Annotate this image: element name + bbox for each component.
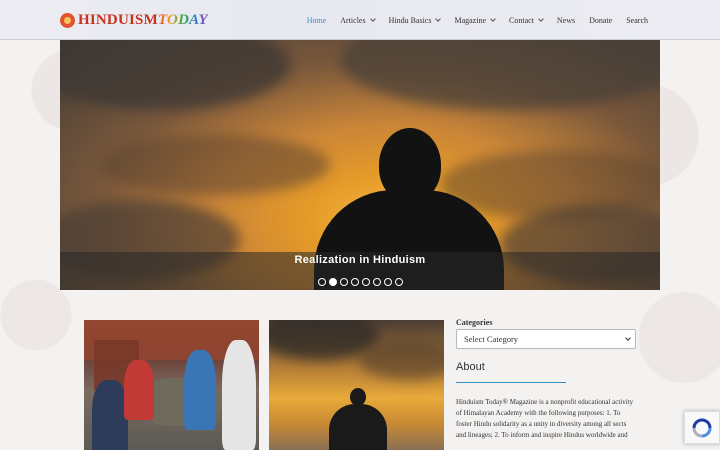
categories-label: Categories bbox=[456, 318, 493, 327]
categories-select-value: Select Category bbox=[464, 334, 519, 344]
slider-dot[interactable] bbox=[383, 278, 392, 286]
slider-dot[interactable] bbox=[350, 278, 359, 286]
slider-dot[interactable] bbox=[328, 278, 337, 286]
nav-item-label: Contact bbox=[509, 15, 534, 25]
hero-cloud bbox=[60, 40, 290, 110]
site-header: HINDUISMTODAY Home Articles Hindu Basics… bbox=[0, 0, 720, 40]
hero-cloud bbox=[100, 135, 330, 195]
logo-text: HINDUISMTODAY bbox=[78, 11, 208, 29]
slider-dots bbox=[60, 278, 660, 286]
chevron-down-icon bbox=[538, 16, 544, 22]
nav-item-label: Home bbox=[306, 15, 327, 25]
card-person bbox=[222, 340, 256, 450]
nav-item-donate[interactable]: Donate bbox=[589, 16, 612, 25]
slider-dot[interactable] bbox=[317, 278, 326, 286]
slider-dot[interactable] bbox=[394, 278, 403, 286]
nav-item-magazine[interactable]: Magazine bbox=[454, 15, 496, 25]
slider-dot[interactable] bbox=[339, 278, 348, 286]
nav-item-label: Hindu Basics bbox=[388, 15, 432, 25]
card-person bbox=[124, 360, 154, 420]
nav-item-home[interactable]: Home bbox=[307, 16, 327, 25]
nav-item-hindu-basics[interactable]: Hindu Basics bbox=[388, 15, 442, 25]
card-person bbox=[92, 380, 128, 450]
recaptcha-icon bbox=[692, 418, 712, 437]
card-cloud bbox=[359, 340, 444, 380]
categories-select[interactable]: Select Category bbox=[456, 329, 636, 349]
nav-item-news[interactable]: News bbox=[557, 16, 575, 25]
logo-word-hinduism: HINDUISM bbox=[78, 12, 158, 28]
nav-item-label: News bbox=[556, 15, 576, 25]
nav-item-label: Articles bbox=[340, 15, 366, 25]
hero-cloud bbox=[340, 40, 660, 110]
recaptcha-badge[interactable] bbox=[684, 411, 720, 444]
slider-dot[interactable] bbox=[372, 278, 381, 286]
chevron-down-icon bbox=[369, 16, 376, 22]
main-nav: Home Articles Hindu Basics Magazine Cont… bbox=[293, 0, 648, 40]
card-silhouette-body bbox=[329, 404, 387, 450]
card-person bbox=[184, 350, 216, 430]
logo-sun-icon bbox=[60, 12, 75, 28]
chevron-down-icon bbox=[435, 16, 442, 22]
chevron-down-icon bbox=[490, 16, 496, 22]
sidebar: Categories Select Category About Hinduis… bbox=[456, 318, 636, 441]
logo-word-today: TODAY bbox=[157, 12, 208, 28]
about-divider bbox=[456, 382, 566, 383]
site-logo[interactable]: HINDUISMTODAY bbox=[60, 11, 208, 29]
nav-item-contact[interactable]: Contact bbox=[509, 15, 544, 25]
nav-item-label: Donate bbox=[589, 15, 613, 25]
nav-item-articles[interactable]: Articles bbox=[340, 15, 376, 25]
hero-slider[interactable]: Realization in Hinduism bbox=[60, 40, 660, 290]
nav-item-label: Magazine bbox=[454, 15, 487, 25]
hero-caption[interactable]: Realization in Hinduism bbox=[60, 254, 660, 266]
about-text: Hinduism Today® Magazine is a nonprofit … bbox=[456, 398, 634, 439]
chevron-down-icon bbox=[625, 335, 631, 341]
featured-article-card[interactable] bbox=[84, 320, 259, 450]
slider-dot[interactable] bbox=[361, 278, 370, 286]
about-heading: About bbox=[456, 361, 485, 373]
nav-item-label: Search bbox=[626, 15, 648, 25]
article-card[interactable] bbox=[269, 320, 444, 450]
nav-item-search[interactable]: Search bbox=[626, 16, 648, 25]
